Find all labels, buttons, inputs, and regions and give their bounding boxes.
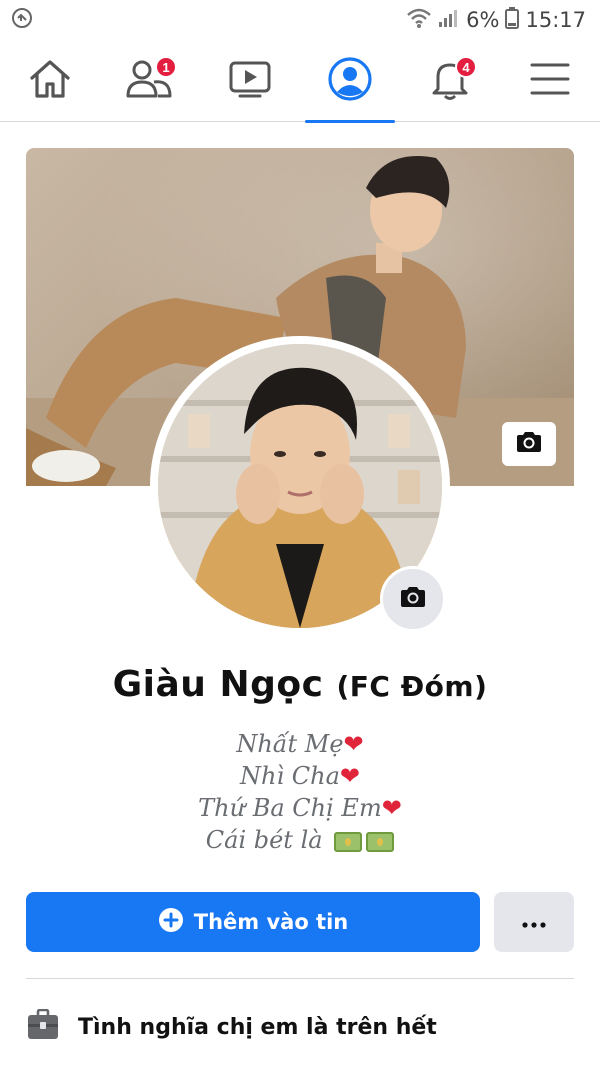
clock: 15:17 xyxy=(525,8,586,32)
battery-icon xyxy=(505,6,520,34)
bio-line-text: Nhì Cha xyxy=(240,762,340,790)
battery-percent: 6% xyxy=(466,8,500,32)
nav-profile[interactable] xyxy=(305,40,395,123)
heart-icon: ❤ xyxy=(381,794,402,822)
signal-icon xyxy=(438,8,460,33)
nav-notifications[interactable]: 4 xyxy=(405,40,495,122)
nav-home[interactable] xyxy=(5,40,95,122)
money-icon xyxy=(334,831,363,852)
nav-menu[interactable] xyxy=(505,40,595,122)
profile-name-main: Giàu Ngọc xyxy=(112,664,324,705)
profile-icon xyxy=(327,56,373,106)
wifi-icon xyxy=(406,7,432,34)
camera-icon xyxy=(399,585,427,613)
profile-bio: Nhất Mẹ❤ Nhì Cha❤ Thứ Ba Chị Em❤ Cái bét… xyxy=(0,728,600,856)
more-options-button[interactable] xyxy=(494,892,574,952)
home-icon xyxy=(28,58,72,104)
more-dots-icon xyxy=(522,913,546,932)
bio-line-text: Thứ Ba Chị Em xyxy=(198,794,382,822)
bio-line: Nhì Cha❤ xyxy=(0,760,600,792)
bio-line-text: Cái bét là xyxy=(205,826,323,854)
briefcase-icon xyxy=(26,1008,60,1045)
heart-icon: ❤ xyxy=(339,762,360,790)
work-detail-row[interactable]: Tình nghĩa chị em là trên hết xyxy=(26,1004,574,1050)
nav-friends[interactable]: 1 xyxy=(105,40,195,122)
menu-icon xyxy=(530,62,570,100)
bio-line-text: Nhất Mẹ xyxy=(236,730,344,758)
add-to-story-button[interactable]: Thêm vào tin xyxy=(26,892,480,952)
work-detail-text: Tình nghĩa chị em là trên hết xyxy=(78,1014,437,1040)
top-nav: 1 4 xyxy=(0,40,600,123)
add-to-story-label: Thêm vào tin xyxy=(193,910,349,934)
watch-icon xyxy=(228,59,272,103)
bio-line: Cái bét là xyxy=(0,824,600,856)
notifications-badge: 4 xyxy=(455,56,477,78)
friends-badge: 1 xyxy=(155,56,177,78)
money-icon xyxy=(366,831,395,852)
app-notification-icon xyxy=(10,6,34,35)
edit-cover-button[interactable] xyxy=(502,422,556,466)
bio-line: Thứ Ba Chị Em❤ xyxy=(0,792,600,824)
edit-avatar-button[interactable] xyxy=(380,566,446,632)
profile-name-suffix: (FC Đóm) xyxy=(336,670,488,703)
section-divider xyxy=(26,978,574,979)
nav-watch[interactable] xyxy=(205,40,295,122)
heart-icon: ❤ xyxy=(343,730,364,758)
status-bar: 6% 15:17 xyxy=(0,0,600,40)
plus-circle-icon xyxy=(158,907,184,938)
bio-line: Nhất Mẹ❤ xyxy=(0,728,600,760)
profile-name: Giàu Ngọc (FC Đóm) xyxy=(0,664,600,705)
camera-icon xyxy=(515,430,543,458)
